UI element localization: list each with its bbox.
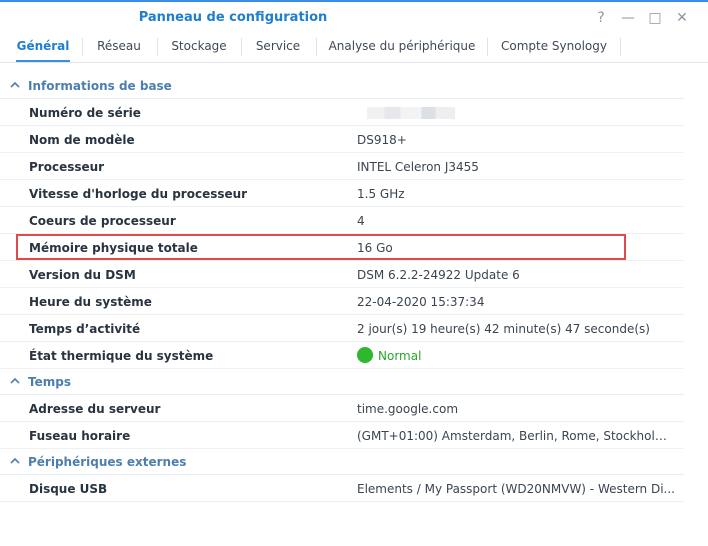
tab-divider	[620, 38, 621, 56]
row-key: Temps d’activité	[29, 322, 141, 336]
tab-synology-account[interactable]: Compte Synology	[495, 34, 613, 62]
thermal-status: Normal	[378, 349, 422, 363]
row-key: Disque USB	[29, 482, 108, 496]
close-icon[interactable]: ✕	[671, 8, 693, 28]
info-row-dsm-version: Version du DSM DSM 6.2.2-24922 Update 6	[0, 261, 684, 288]
row-key: Vitesse d'horloge du processeur	[29, 187, 248, 201]
info-row-cpu: Processeur INTEL Celeron J3455	[0, 153, 684, 180]
redacted-serial-value	[367, 107, 455, 119]
row-key: Version du DSM	[29, 268, 136, 282]
info-row-usb-disk: Disque USB Elements / My Passport (WD20N…	[0, 475, 684, 502]
tab-device-analysis[interactable]: Analyse du périphérique	[324, 34, 480, 62]
chevron-up-icon[interactable]	[8, 454, 22, 468]
control-panel-window: Panneau de configuration ? — □ ✕ Général…	[0, 0, 708, 546]
row-value: (GMT+01:00) Amsterdam, Berlin, Rome, Sto…	[357, 429, 677, 443]
row-key: État thermique du système	[29, 349, 214, 363]
info-row-model: Nom de modèle DS918+	[0, 126, 684, 153]
row-key: Numéro de série	[29, 106, 141, 120]
row-key: Nom de modèle	[29, 133, 135, 147]
title-bar[interactable]: Panneau de configuration ? — □ ✕	[0, 2, 708, 34]
tab-divider	[241, 38, 242, 56]
row-value: INTEL Celeron J3455	[357, 160, 479, 174]
row-value: time.google.com	[357, 402, 459, 416]
tab-service[interactable]: Service	[249, 34, 307, 62]
window-title: Panneau de configuration	[138, 10, 328, 25]
row-key: Fuseau horaire	[29, 429, 131, 443]
tab-storage[interactable]: Stockage	[165, 34, 233, 62]
row-value: 1.5 GHz	[357, 187, 405, 201]
tab-network[interactable]: Réseau	[90, 34, 148, 62]
section-title: Périphériques externes	[28, 455, 187, 469]
chevron-up-icon[interactable]	[8, 78, 22, 92]
section-header-basic-info[interactable]: Informations de base	[0, 73, 684, 99]
tab-divider	[82, 38, 83, 56]
info-row-ntp-server: Adresse du serveur time.google.com	[0, 395, 684, 422]
row-value: 2 jour(s) 19 heure(s) 42 minute(s) 47 se…	[357, 322, 650, 336]
tab-general[interactable]: Général	[10, 34, 76, 62]
help-icon[interactable]: ?	[590, 8, 612, 28]
info-row-cpu-clock: Vitesse d'horloge du processeur 1.5 GHz	[0, 180, 684, 207]
row-value: 22-04-2020 15:37:34	[357, 295, 485, 309]
section-title: Informations de base	[28, 79, 172, 93]
info-row-cpu-cores: Coeurs de processeur 4	[0, 207, 684, 234]
info-row-timezone: Fuseau horaire (GMT+01:00) Amsterdam, Be…	[0, 422, 684, 449]
row-key: Adresse du serveur	[29, 402, 161, 416]
tab-divider	[316, 38, 317, 56]
row-key: Processeur	[29, 160, 105, 174]
memory-highlight-box	[16, 234, 626, 260]
tab-bar-underline	[0, 62, 708, 63]
info-row-serial: Numéro de série	[0, 99, 684, 126]
minimize-icon[interactable]: —	[617, 8, 639, 28]
section-title: Temps	[28, 375, 71, 389]
row-value: DS918+	[357, 133, 407, 147]
section-header-external-devices[interactable]: Périphériques externes	[0, 449, 684, 475]
section-header-time[interactable]: Temps	[0, 369, 684, 395]
tab-bar: Général Réseau Stockage Service Analyse …	[0, 34, 708, 62]
tab-divider	[157, 38, 158, 56]
row-value: 4	[357, 214, 365, 228]
row-key: Heure du système	[29, 295, 152, 309]
maximize-icon[interactable]: □	[644, 8, 666, 28]
info-row-uptime: Temps d’activité 2 jour(s) 19 heure(s) 4…	[0, 315, 684, 342]
row-key: Coeurs de processeur	[29, 214, 176, 228]
row-value: Elements / My Passport (WD20NMVW) - West…	[357, 482, 675, 496]
row-value: DSM 6.2.2-24922 Update 6	[357, 268, 520, 282]
info-row-thermal: État thermique du système Normal	[0, 342, 684, 369]
status-ok-dot-icon	[357, 347, 373, 363]
chevron-up-icon[interactable]	[8, 374, 22, 388]
info-row-system-time: Heure du système 22-04-2020 15:37:34	[0, 288, 684, 315]
tab-divider	[487, 38, 488, 56]
